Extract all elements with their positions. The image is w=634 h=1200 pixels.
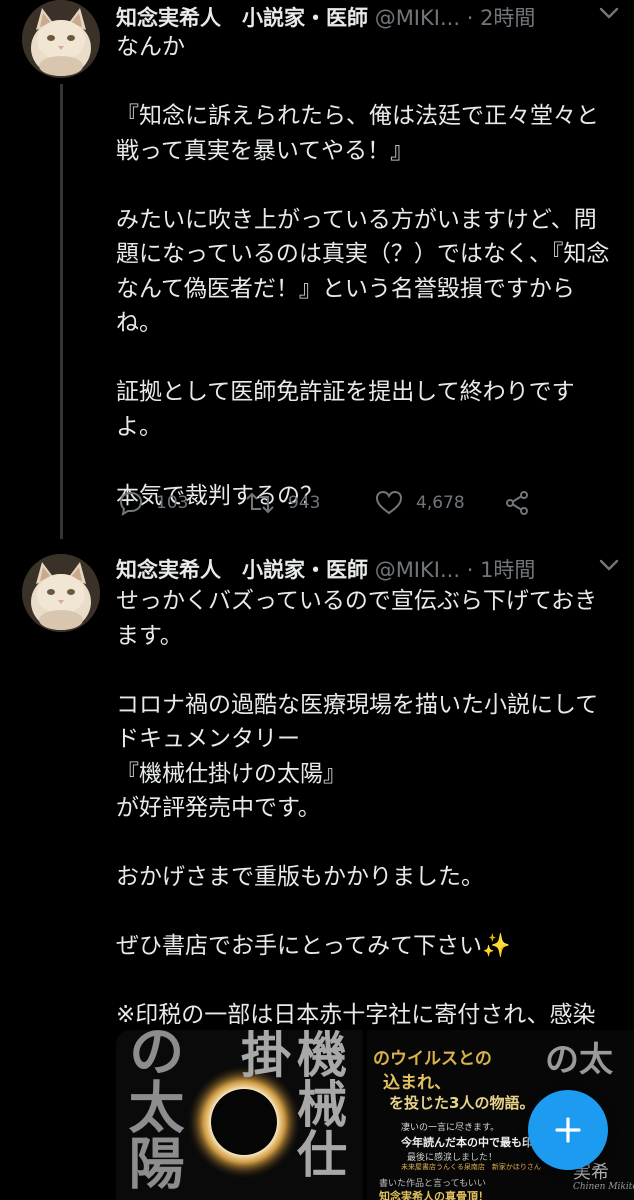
heart-icon bbox=[375, 490, 403, 515]
author-signature: Chinen Mikito bbox=[573, 1182, 634, 1192]
like-count: 4,678 bbox=[416, 493, 465, 513]
retweet-icon bbox=[246, 492, 274, 514]
retweet-button[interactable]: 943 bbox=[244, 490, 320, 516]
chevron-down-icon[interactable] bbox=[598, 558, 620, 572]
handle[interactable]: @MIKI... bbox=[375, 558, 460, 582]
reply-count: 103 bbox=[156, 493, 189, 513]
tweet-text: なんか 『知念に訴えられたら、俺は法廷で正々堂々と戦って真実を暴いてやる！』 み… bbox=[116, 34, 610, 509]
avatar[interactable] bbox=[22, 0, 100, 78]
obi-line-4: 凄いの一言に尽きます。 bbox=[401, 1123, 500, 1133]
thread-line bbox=[60, 84, 63, 539]
share-icon bbox=[506, 491, 528, 515]
display-name[interactable]: 知念実希人 小説家・医師 bbox=[116, 6, 368, 30]
timestamp[interactable]: 2時間 bbox=[480, 6, 535, 30]
tweet-header: 知念実希人 小説家・医師 @MIKI... · 2時間 bbox=[116, 2, 634, 30]
obi-line-2: 込まれ、 bbox=[383, 1073, 452, 1093]
cover-title-right: 機械仕掛 bbox=[233, 1030, 348, 1178]
tweet-text: せっかくバズっているので宣伝ぶら下げておきます。 コロナ禍の過酷な医療現場を描い… bbox=[116, 588, 599, 1063]
cat-avatar-icon bbox=[22, 554, 100, 632]
cat-avatar-icon bbox=[22, 0, 100, 78]
obi-line-7: 未来屋書店うんくる泉南店 新家かほりさん bbox=[401, 1163, 541, 1171]
compose-button[interactable] bbox=[528, 1090, 608, 1170]
book-cover-image[interactable]: の太陽 機械仕掛 bbox=[116, 1030, 363, 1200]
tweet[interactable]: 知念実希人 小説家・医師 @MIKI... · 2時間 なんか 『知念に訴えられ… bbox=[0, 0, 634, 539]
separator-dot: · bbox=[466, 558, 474, 582]
obi-line-3: を投じた3人の物語。 bbox=[389, 1094, 535, 1112]
retweet-count: 943 bbox=[288, 493, 321, 513]
obi-line-1: のウイルスとの bbox=[373, 1049, 492, 1069]
tweet-header: 知念実希人 小説家・医師 @MIKI... · 1時間 bbox=[116, 554, 634, 582]
like-button[interactable]: 4,678 bbox=[374, 490, 465, 516]
plus-icon bbox=[555, 1117, 581, 1143]
reply-button[interactable]: 103 bbox=[116, 490, 188, 516]
cover-title-left: の太陽 bbox=[119, 1030, 185, 1190]
avatar[interactable] bbox=[22, 554, 100, 632]
separator-dot: · bbox=[466, 6, 474, 30]
tweet-actions: 103 943 4,678 bbox=[116, 490, 616, 520]
chevron-down-icon[interactable] bbox=[598, 6, 620, 20]
reply-icon bbox=[119, 491, 143, 516]
obi-line-9: 知念実希人の真骨頂！ bbox=[379, 1190, 489, 1200]
timestamp[interactable]: 1時間 bbox=[480, 558, 535, 582]
share-button[interactable] bbox=[504, 490, 530, 516]
display-name[interactable]: 知念実希人 小説家・医師 bbox=[116, 558, 368, 582]
obi-side-title: の太 bbox=[545, 1040, 613, 1080]
handle[interactable]: @MIKI... bbox=[375, 6, 460, 30]
